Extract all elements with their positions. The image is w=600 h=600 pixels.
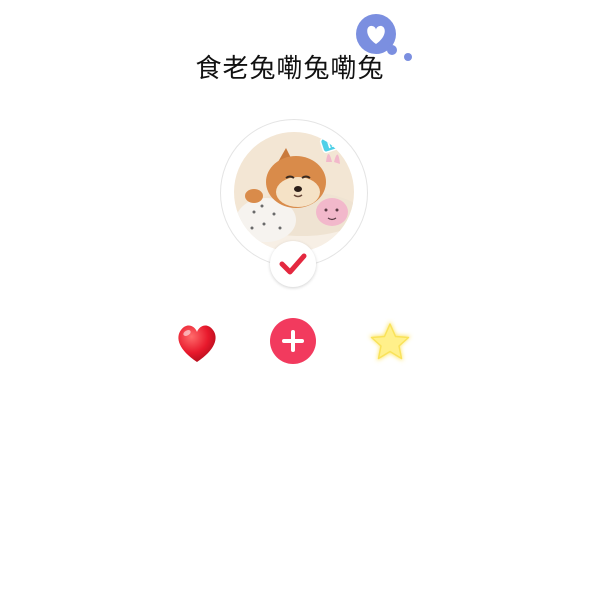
heart-speech-bubble-icon xyxy=(352,12,416,66)
favorite-button[interactable] xyxy=(366,318,414,366)
plus-icon xyxy=(270,318,316,364)
like-button[interactable] xyxy=(173,318,221,366)
profile-card: 食老兔嘞兔嘞兔 xyxy=(0,0,600,600)
profile-nickname: 食老兔嘞兔嘞兔 xyxy=(195,54,385,84)
avatar[interactable]: ISTJ xyxy=(234,132,354,252)
follow-button[interactable] xyxy=(270,318,318,366)
star-icon xyxy=(369,321,411,361)
checkmark-icon xyxy=(279,253,307,275)
heart-icon xyxy=(178,325,216,362)
verified-badge xyxy=(270,241,316,287)
